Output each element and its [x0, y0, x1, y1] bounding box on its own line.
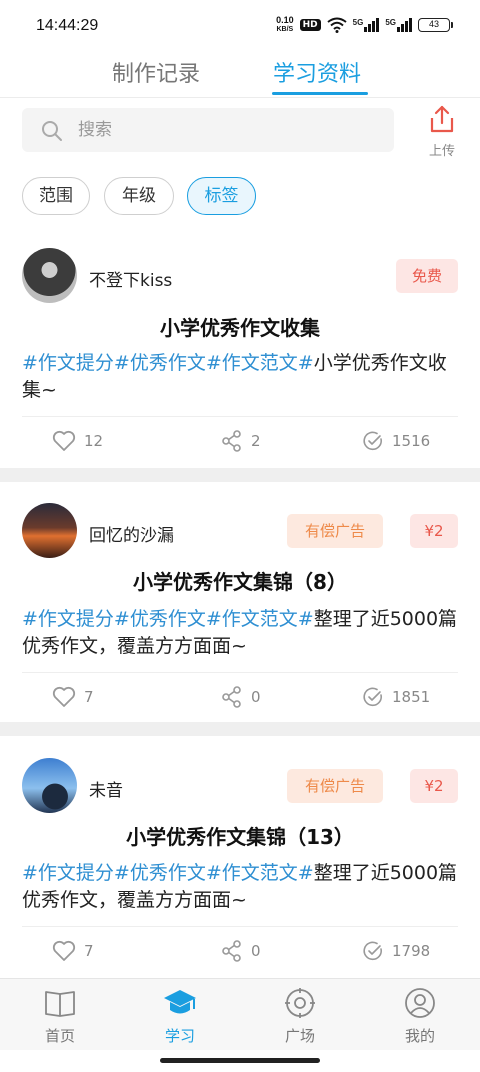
share-icon [222, 686, 241, 708]
nav-square-label: 广场 [284, 1027, 315, 1045]
nav-square[interactable]: 广场 [260, 987, 340, 1046]
share-count: 0 [251, 942, 261, 960]
heart-icon [52, 940, 76, 961]
card-tags[interactable]: #作文提分#优秀作文#作文范文# [22, 352, 314, 374]
target-icon [285, 988, 315, 1018]
share-stat[interactable]: 0 [221, 940, 261, 962]
username[interactable]: 未音 [89, 776, 123, 801]
upload-label: 上传 [428, 144, 455, 159]
card-separator [0, 722, 480, 736]
heart-icon [52, 430, 76, 451]
battery-icon: 43 [418, 18, 453, 32]
like-stat[interactable]: 12 [52, 430, 103, 452]
search-input[interactable] [78, 108, 378, 152]
view-stat: 1798 [362, 940, 430, 962]
card-tags[interactable]: #作文提分#优秀作文#作文范文# [22, 608, 314, 630]
paid-ad-badge: 有偿广告 [287, 769, 383, 803]
card-separator [0, 468, 480, 482]
graduation-cap-icon [164, 990, 196, 1014]
status-bar: 14:44:29 0.10 KB/S HD 5G 5G 43 [0, 0, 480, 52]
book-icon [45, 991, 75, 1017]
like-stat[interactable]: 7 [52, 940, 94, 962]
nav-home-label: 首页 [44, 1027, 75, 1045]
avatar[interactable] [22, 503, 77, 558]
search-box[interactable] [22, 108, 394, 152]
view-count: 1798 [392, 942, 431, 960]
like-count: 12 [84, 432, 104, 450]
check-circle-icon [363, 687, 382, 707]
signal-icon-2: 5G [385, 18, 412, 32]
username[interactable]: 回忆的沙漏 [89, 521, 174, 546]
filter-scope[interactable]: 范围 [22, 177, 90, 215]
nav-study-label: 学习 [164, 1027, 195, 1045]
card-description: #作文提分#优秀作文#作文范文#小学优秀作文收集~ [22, 352, 447, 401]
user-icon [405, 988, 435, 1018]
divider [22, 926, 458, 927]
card-title: 小学优秀作文收集 [160, 316, 320, 340]
share-count: 2 [251, 432, 261, 450]
like-stat[interactable]: 7 [52, 686, 94, 708]
avatar[interactable] [22, 248, 77, 303]
nav-home[interactable]: 首页 [20, 987, 100, 1046]
like-count: 7 [84, 688, 94, 706]
top-tabs: 制作记录 学习资料 [0, 52, 480, 98]
material-card[interactable]: 未音 有偿广告 ¥2 小学优秀作文集锦（13） #作文提分#优秀作文#作文范文#… [0, 736, 480, 978]
price-badge: 免费 [396, 259, 458, 293]
card-tags[interactable]: #作文提分#优秀作文#作文范文# [22, 862, 314, 884]
check-circle-icon [363, 431, 382, 451]
search-icon [42, 121, 62, 141]
upload-button[interactable]: 上传 [420, 104, 464, 159]
heart-icon [52, 686, 76, 707]
check-circle-icon [363, 941, 382, 961]
card-title: 小学优秀作文集锦（8） [133, 570, 347, 594]
view-stat: 1851 [362, 686, 430, 708]
price-badge: ¥2 [410, 769, 458, 803]
wifi-icon [327, 17, 347, 33]
network-speed: 0.10 KB/S [276, 15, 294, 34]
home-indicator[interactable] [160, 1058, 320, 1063]
share-icon [222, 430, 241, 452]
share-stat[interactable]: 0 [221, 686, 261, 708]
status-time: 14:44:29 [36, 17, 99, 34]
nav-mine[interactable]: 我的 [380, 987, 460, 1046]
hd-icon: HD [299, 19, 321, 31]
material-card[interactable]: 不登下kiss 免费 小学优秀作文收集 #作文提分#优秀作文#作文范文#小学优秀… [0, 232, 480, 468]
username[interactable]: 不登下kiss [89, 266, 172, 291]
tab-production-records[interactable]: 制作记录 [112, 56, 200, 88]
bottom-nav: 首页 学习 广场 我的 [0, 978, 480, 1050]
signal-icon-1: 5G [353, 18, 380, 32]
card-description: #作文提分#优秀作文#作文范文#整理了近5000篇优秀作文，覆盖方方面面~ [22, 862, 458, 911]
filter-grade[interactable]: 年级 [104, 177, 174, 215]
view-count: 1851 [392, 688, 431, 706]
divider [22, 672, 458, 673]
share-icon [222, 940, 241, 962]
like-count: 7 [84, 942, 94, 960]
view-stat: 1516 [362, 430, 430, 452]
tab-study-materials[interactable]: 学习资料 [273, 56, 361, 88]
filter-tag[interactable]: 标签 [187, 177, 256, 215]
avatar[interactable] [22, 758, 77, 813]
share-count: 0 [251, 688, 261, 706]
material-card[interactable]: 回忆的沙漏 有偿广告 ¥2 小学优秀作文集锦（8） #作文提分#优秀作文#作文范… [0, 482, 480, 722]
status-icons: 0.10 KB/S HD 5G 5G 43 [276, 15, 453, 34]
nav-study[interactable]: 学习 [140, 987, 220, 1046]
card-title: 小学优秀作文集锦（13） [126, 825, 354, 849]
price-badge: ¥2 [410, 514, 458, 548]
nav-mine-label: 我的 [404, 1027, 435, 1045]
upload-icon [430, 105, 454, 133]
view-count: 1516 [392, 432, 431, 450]
divider [22, 416, 458, 417]
paid-ad-badge: 有偿广告 [287, 514, 383, 548]
share-stat[interactable]: 2 [221, 430, 261, 452]
active-tab-indicator [272, 92, 368, 95]
card-description: #作文提分#优秀作文#作文范文#整理了近5000篇优秀作文，覆盖方方面面~ [22, 608, 458, 657]
